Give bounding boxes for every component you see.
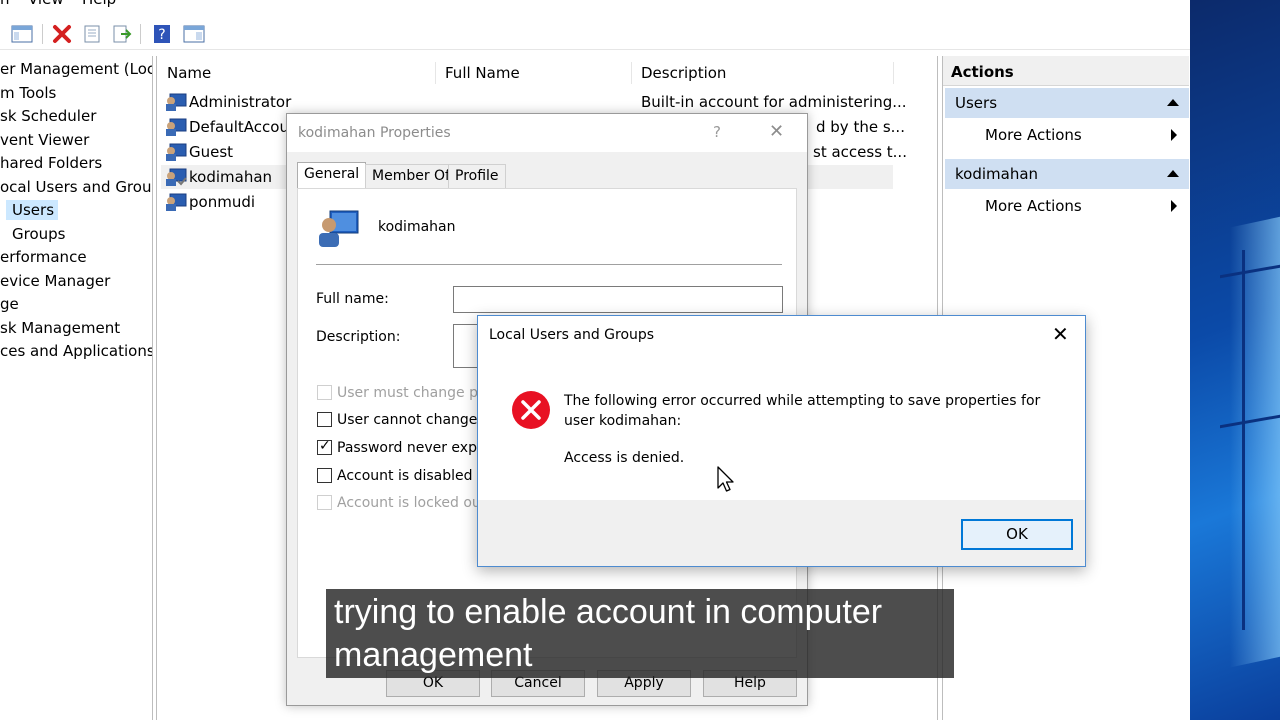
mouse-cursor-icon	[717, 466, 734, 492]
cannot-change-password-checkbox[interactable]	[317, 412, 332, 427]
column-header-full-name[interactable]: Full Name	[445, 64, 520, 82]
tree-item-event-viewer[interactable]: vent Viewer	[0, 131, 89, 149]
menu-item-view[interactable]: View	[28, 0, 64, 8]
checkmark-icon: ✓	[319, 438, 331, 454]
more-actions-kodimahan[interactable]: More Actions	[985, 197, 1082, 215]
tree-item-computer-management[interactable]: er Management (Local	[0, 60, 152, 78]
menu-item-action[interactable]: n	[0, 0, 10, 8]
account-locked-checkbox[interactable]	[317, 495, 332, 510]
svg-text:?: ?	[158, 27, 165, 43]
actions-section-users[interactable]: Users	[945, 88, 1189, 118]
tree-item-performance[interactable]: erformance	[0, 248, 87, 266]
user-icon	[166, 168, 187, 186]
delete-icon[interactable]	[50, 23, 74, 45]
help-icon[interactable]: ?	[150, 23, 174, 45]
user-icon	[319, 210, 359, 247]
account-disabled-label: Account is disabled	[337, 468, 473, 484]
video-caption: trying to enable account in computer man…	[326, 589, 954, 678]
error-detail: Access is denied.	[564, 450, 685, 466]
full-name-field[interactable]	[453, 286, 783, 313]
tree-item-local-users-groups[interactable]: ocal Users and Groups	[0, 178, 152, 196]
column-header-description[interactable]: Description	[641, 64, 726, 82]
desktop-wallpaper	[1190, 0, 1280, 720]
dialog-title: kodimahan Properties	[298, 125, 451, 141]
tab-member-of[interactable]: Member Of	[365, 164, 457, 188]
user-icon	[166, 193, 187, 211]
account-disabled-checkbox[interactable]	[317, 468, 332, 483]
collapse-icon[interactable]	[1167, 170, 1179, 177]
tree-item-device-manager[interactable]: evice Manager	[0, 272, 110, 290]
actions-section-kodimahan[interactable]: kodimahan	[945, 159, 1189, 189]
description-label: Description:	[316, 329, 401, 345]
show-hide-icon[interactable]	[182, 23, 206, 45]
full-name-label: Full name:	[316, 291, 389, 307]
error-dialog: Local Users and Groups ✕ The following e…	[477, 315, 1086, 567]
tree-item-system-tools[interactable]: m Tools	[0, 84, 56, 102]
close-icon[interactable]: ✕	[769, 121, 784, 142]
must-change-password-checkbox[interactable]	[317, 385, 332, 400]
table-row[interactable]: Administrator Built-in account for admin…	[161, 90, 907, 114]
cannot-change-password-label: User cannot change pa	[337, 412, 500, 428]
menu-item-help[interactable]: Help	[82, 0, 116, 8]
tree-item-disk-management[interactable]: sk Management	[0, 319, 120, 337]
error-icon	[512, 391, 550, 429]
column-header-name[interactable]: Name	[167, 64, 211, 82]
menu-bar: n View Help	[0, 0, 1190, 12]
console-tree-icon[interactable]	[10, 23, 34, 45]
tree-item-users[interactable]: Users	[6, 200, 59, 220]
user-icon	[166, 93, 187, 111]
tree-item-services-applications[interactable]: ces and Applications	[0, 342, 152, 360]
export-icon[interactable]	[110, 23, 134, 45]
collapse-icon[interactable]	[1167, 99, 1179, 106]
more-actions-users[interactable]: More Actions	[985, 126, 1082, 144]
password-never-expires-checkbox[interactable]: ✓	[317, 438, 332, 455]
dialog-title: Local Users and Groups	[489, 327, 655, 343]
dialog-footer: OK	[478, 500, 1085, 566]
username-label: kodimahan	[378, 219, 456, 235]
tree-item-task-scheduler[interactable]: sk Scheduler	[0, 107, 96, 125]
tab-profile[interactable]: Profile	[448, 164, 506, 188]
user-icon	[166, 118, 187, 136]
tree-item-groups[interactable]: Groups	[12, 225, 65, 243]
properties-icon[interactable]	[80, 23, 104, 45]
dialog-title-bar: kodimahan Properties ? ✕	[287, 114, 807, 152]
user-icon	[166, 143, 187, 161]
actions-title: Actions	[943, 56, 1189, 86]
error-message: The following error occurred while attem…	[564, 393, 1041, 429]
close-icon[interactable]: ✕	[1052, 322, 1069, 346]
tree-item-shared-folders[interactable]: hared Folders	[0, 154, 102, 172]
tree-item-storage[interactable]: ge	[0, 295, 19, 313]
account-locked-label: Account is locked out	[337, 495, 487, 511]
submenu-arrow-icon[interactable]	[1171, 200, 1177, 212]
tab-general[interactable]: General	[297, 162, 367, 189]
help-icon[interactable]: ?	[713, 123, 721, 141]
toolbar: ?	[0, 18, 1190, 50]
divider	[316, 264, 782, 265]
ok-button[interactable]: OK	[961, 519, 1073, 550]
console-tree: er Management (Local m Tools sk Schedule…	[0, 56, 153, 720]
submenu-arrow-icon[interactable]	[1171, 129, 1177, 141]
